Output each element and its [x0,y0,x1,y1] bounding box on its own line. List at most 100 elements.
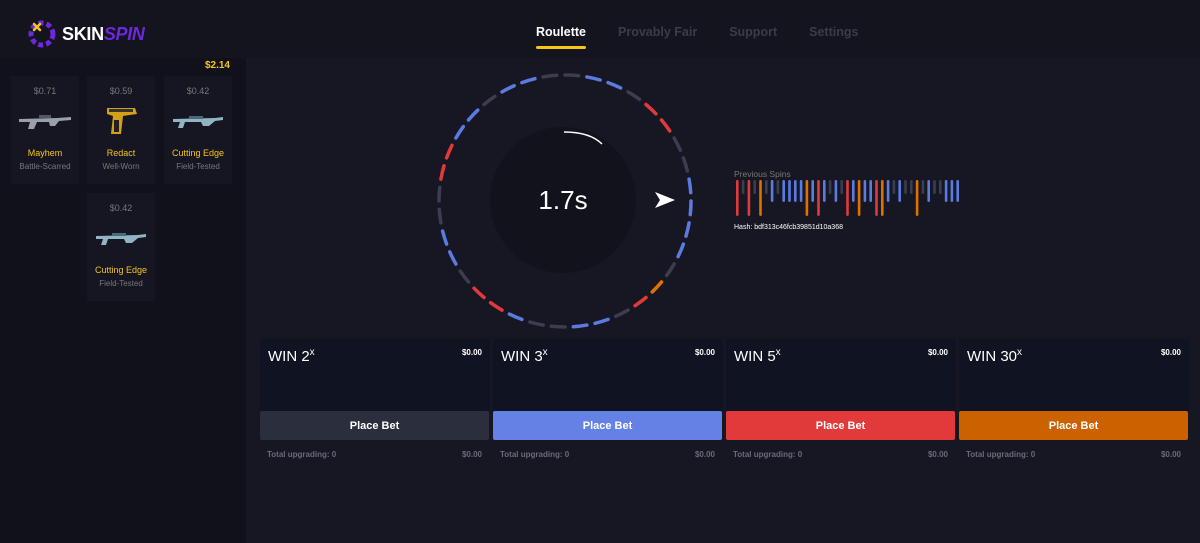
inventory-item[interactable]: $0.42 Cutting Edge Field-Tested [87,193,155,301]
bet-title: WIN 5x [734,347,781,365]
item-price: $0.42 [109,203,133,213]
previous-spins-history [736,180,959,216]
wheel-segment [439,164,446,181]
previous-spin-bar [863,180,867,202]
wheel-segment [633,295,648,308]
previous-spin-bar [805,180,809,216]
item-name: Cutting Edge [171,148,225,158]
pointer-arrow-icon [655,192,675,208]
wheel-segment [571,323,589,329]
wheel-segment [688,199,693,217]
inventory-item[interactable]: $0.59 Redact Well-Worn [87,76,155,184]
previous-spin-bar [915,180,919,216]
wheel-segment [684,221,691,238]
wheel-segment [458,269,471,284]
main-area [246,58,1200,543]
bet-amount: $0.00 [927,348,948,357]
previous-spin-bar [799,180,803,202]
timer-progress-arc [563,131,603,145]
wheel-segment [676,242,686,259]
wheel-segment [659,118,672,133]
pistol-icon [93,104,149,138]
previous-spin-bar [776,180,780,194]
previous-spin-bar [886,180,890,202]
wheel-segment [541,73,559,79]
place-bet-2x-button[interactable]: Place Bet [260,411,489,440]
previous-spin-bar [741,180,745,194]
item-price: $0.71 [33,86,57,96]
previous-spin-bar [747,180,751,216]
item-name: Redact [106,148,136,158]
inventory-item[interactable]: $0.71 Mayhem Battle-Scarred [11,76,79,184]
top-bar: SKIN SPIN Roulette Provably Fair Support … [0,0,1200,58]
bet-amount: $0.00 [461,348,482,357]
previous-spin-bar [910,180,913,194]
bet-footer: Total upgrading: 0 $0.00 [267,450,482,459]
wheel-segment [500,83,516,94]
previous-spin-bar [770,180,774,202]
nav-provably-fair[interactable]: Provably Fair [618,25,697,39]
previous-spin-bar [950,180,954,202]
bet-panel-2x: WIN 2x $0.00 [260,339,490,411]
previous-spin-bar [921,180,925,194]
rifle-icon [17,104,73,138]
smg-icon [93,221,149,255]
wheel-segment [644,102,658,116]
main-nav: Roulette Provably Fair Support Settings [536,25,858,49]
item-wear: Field-Tested [176,162,220,171]
item-name: Mayhem [27,148,63,158]
logo-chip-icon [28,20,56,48]
nav-settings[interactable]: Settings [809,25,858,39]
wheel-segment [687,177,693,195]
logo[interactable]: SKIN SPIN [28,19,145,49]
wheel-segment [447,250,458,266]
previous-spin-bar [956,180,959,202]
wheel-segment [606,80,623,90]
item-name: Cutting Edge [94,265,148,275]
bet-title: WIN 3x [501,347,548,365]
previous-spin-bar [944,180,948,202]
nav-support[interactable]: Support [729,25,777,39]
nav-roulette[interactable]: Roulette [536,25,586,49]
inventory-sidebar: $2.14 $0.71 Mayhem Battle-Scarred $0.59 … [0,58,246,543]
item-wear: Battle-Scarred [19,162,71,171]
previous-spin-bar [782,180,785,202]
wheel-segment [440,229,449,246]
previous-spin-bar [892,180,896,194]
wheel-segment [444,143,454,160]
bet-panel-30x: WIN 30x $0.00 [959,339,1189,411]
bet-footer: Total upgrading: 0 $0.00 [500,450,715,459]
bet-amount: $0.00 [1160,348,1181,357]
bet-title: WIN 30x [967,347,1023,365]
place-bet-5x-button[interactable]: Place Bet [726,411,955,440]
previous-spin-bar [933,180,936,194]
item-price: $0.59 [109,86,133,96]
bet-footer: Total upgrading: 0 $0.00 [966,450,1181,459]
previous-spin-bar [840,180,843,194]
wheel-segment [437,207,443,225]
previous-spin-bar [904,180,907,194]
wheel-segment [549,324,567,329]
logo-text-spin: SPIN [103,23,145,44]
wheel-segment [563,73,581,78]
previous-spin-bar [823,180,826,202]
previous-spin-bar [875,180,878,216]
wheel-segment [614,308,630,319]
previous-spin-bar [794,180,797,202]
wheel-segment [664,262,676,278]
place-bet-30x-button[interactable]: Place Bet [959,411,1188,440]
wheel-segment [466,108,480,122]
place-bet-3x-button[interactable]: Place Bet [493,411,722,440]
previous-spin-bar [834,180,838,202]
previous-spin-bar [852,180,855,202]
wheel-segment [626,90,642,102]
balance: $2.14 [204,60,230,71]
inventory-item[interactable]: $0.42 Cutting Edge Field-Tested [164,76,232,184]
previous-spin-bar [736,180,739,216]
previous-spin-bar [881,180,884,216]
wheel-segment [528,320,545,327]
wheel-segment [520,76,537,85]
previous-spin-bar [817,180,820,216]
item-wear: Field-Tested [99,279,143,288]
previous-spin-bar [765,180,768,194]
